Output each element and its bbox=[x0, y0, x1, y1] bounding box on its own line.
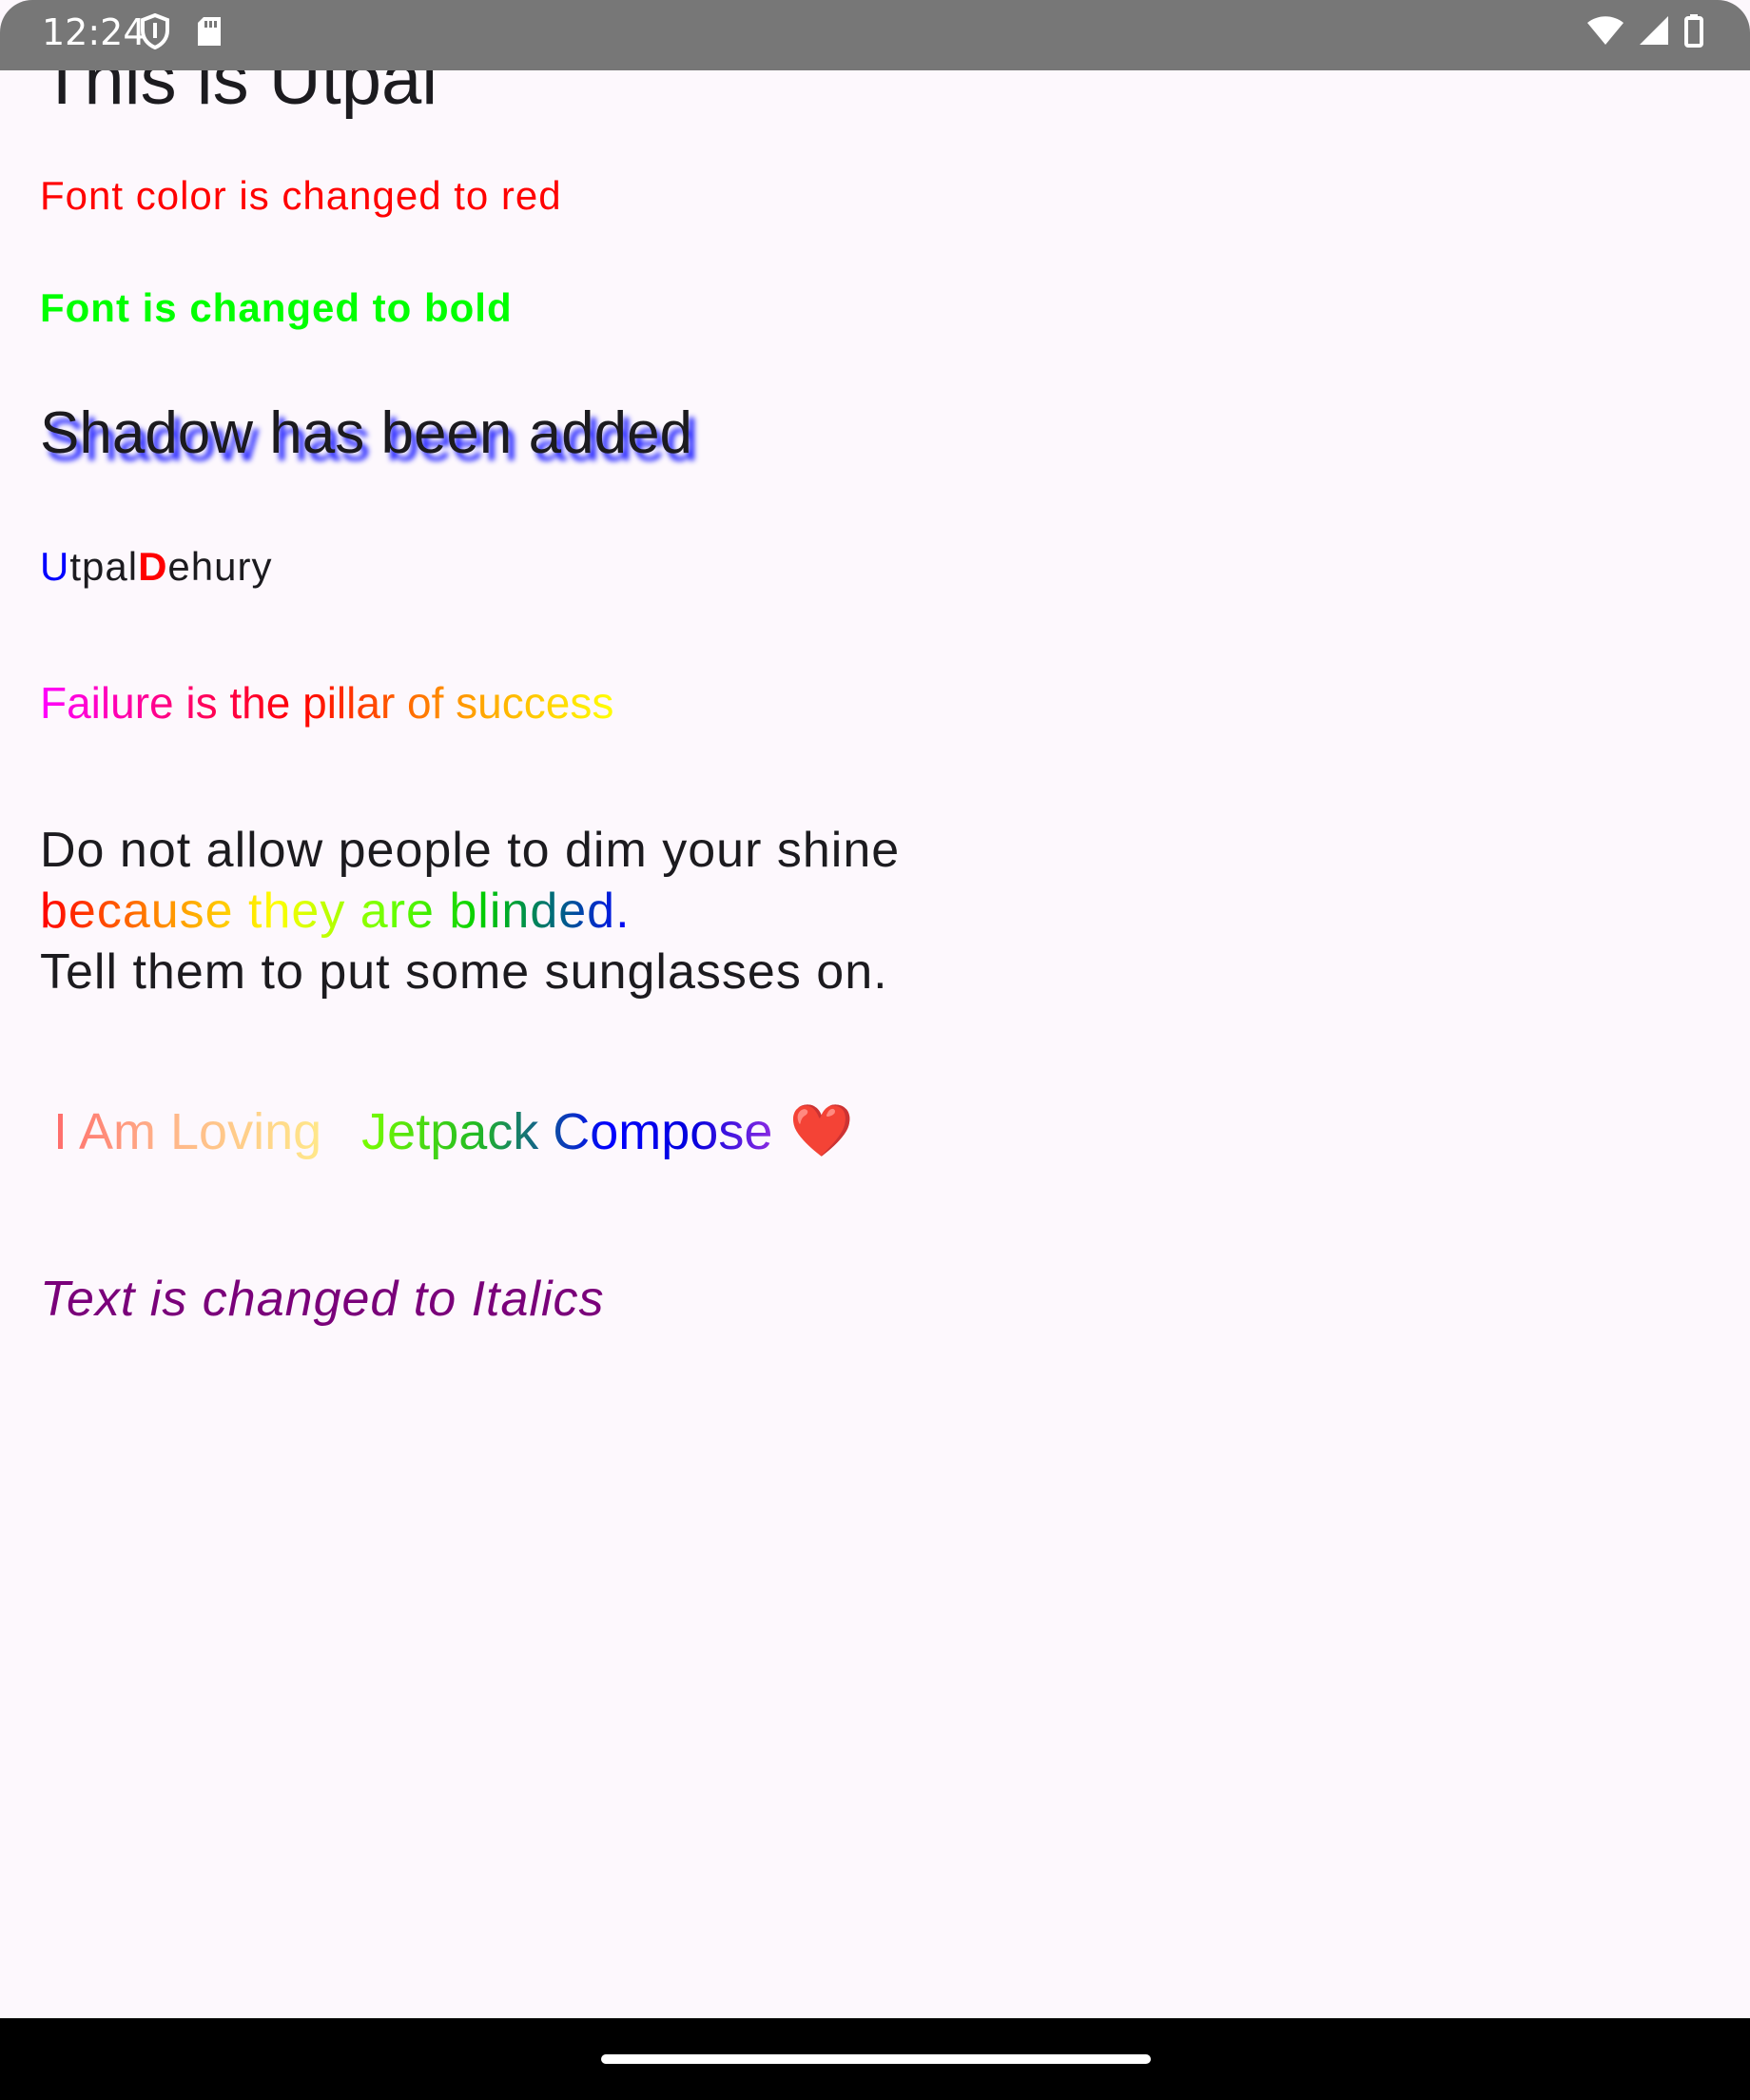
styled-name-text: UtpalDehury bbox=[40, 544, 272, 590]
compose-part-1: I Am Loving bbox=[53, 1102, 322, 1160]
bold-font-text: Font is changed to bold bbox=[40, 285, 513, 330]
name-last-rest: ehury bbox=[167, 544, 273, 589]
gradient-quote-text: Failure is the pillar of success bbox=[40, 678, 614, 728]
screen-content: This is Utpal Font color is changed to r… bbox=[0, 0, 1750, 2100]
compose-part-2: Jetpack Compose bbox=[361, 1102, 773, 1160]
shield-icon bbox=[141, 12, 169, 54]
compose-love-text: I Am Loving Jetpack Compose ❤️ bbox=[53, 1101, 854, 1161]
italic-text: Text is changed to Italics bbox=[40, 1272, 605, 1327]
multicolor-quote: Do not allow people to dim your shine be… bbox=[40, 820, 900, 1002]
name-last-initial: D bbox=[138, 544, 168, 589]
home-gesture-handle[interactable] bbox=[601, 2054, 1151, 2064]
quote-line-3: Tell them to put some sunglasses on. bbox=[40, 944, 888, 1000]
quote-line-1: Do not allow people to dim your shine bbox=[40, 823, 901, 878]
sd-card-icon bbox=[196, 15, 223, 52]
shadow-text: Shadow has been added bbox=[40, 400, 693, 466]
status-bar: 12:24 bbox=[0, 0, 1750, 70]
quote-line-2-rainbow: because they are blinded. bbox=[40, 881, 631, 942]
heart-icon: ❤️ bbox=[789, 1102, 854, 1159]
status-time: 12:24 bbox=[42, 11, 146, 53]
wifi-icon bbox=[1586, 14, 1624, 51]
cellular-signal-icon bbox=[1638, 14, 1670, 51]
name-first-rest: tpal bbox=[69, 544, 139, 589]
name-first-initial: U bbox=[40, 544, 70, 589]
red-font-text: Font color is changed to red bbox=[40, 173, 562, 218]
battery-icon bbox=[1683, 13, 1704, 52]
